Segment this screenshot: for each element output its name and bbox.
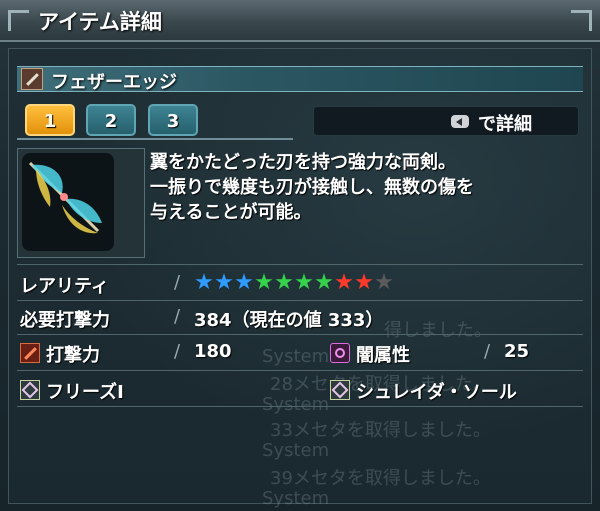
title-corner-left <box>8 10 29 31</box>
separator-slash: / <box>174 341 181 362</box>
detail-button-label: で詳細 <box>478 114 532 135</box>
tab-1[interactable]: 1 <box>25 104 75 136</box>
ability-label: シュレイダ・ソール <box>356 382 517 403</box>
element-label: 闇属性 <box>356 345 410 366</box>
description-line: 翼をかたどった刃を持つ強力な両剣。 <box>150 152 456 173</box>
tab-underline <box>17 138 293 140</box>
background-log-line: System <box>262 394 330 415</box>
required-power-value: 384（現在の値 333） <box>194 310 384 331</box>
item-thumbnail <box>17 148 145 258</box>
ability-label: フリーズI <box>46 382 124 403</box>
rarity-star-icon: ★ <box>254 270 274 295</box>
description-line: 与えることが可能。 <box>150 202 312 223</box>
tab-3[interactable]: 3 <box>148 104 198 136</box>
title-bar: アイテム詳細 <box>0 0 600 42</box>
background-log-line: System <box>262 488 330 509</box>
title-corner-right <box>571 10 592 31</box>
dark-element-icon <box>330 343 350 363</box>
separator-slash: / <box>484 341 491 362</box>
feather-edge-icon <box>28 161 102 234</box>
background-log-line: 33メセタを取得しました。 <box>270 420 491 441</box>
key-left-icon <box>451 115 469 128</box>
window-title: アイテム詳細 <box>38 10 162 34</box>
detail-button[interactable]: で詳細 <box>313 106 579 136</box>
rarity-star-icon: ★ <box>274 270 294 295</box>
description-line: 一振りで幾度も刃が接触し、無数の傷を <box>150 177 474 198</box>
item-name: フェザーエッジ <box>51 72 177 93</box>
tab-2[interactable]: 2 <box>86 104 136 136</box>
background-log-line: System <box>262 346 330 367</box>
rarity-star-icon: ★ <box>234 270 254 295</box>
ability-icon <box>20 380 40 400</box>
background-log-line: 得しました。 <box>384 320 492 341</box>
rarity-star-icon: ★ <box>334 270 354 295</box>
sword-icon <box>21 68 43 90</box>
divider <box>17 300 583 301</box>
separator-slash: / <box>174 272 181 293</box>
rarity-star-icon: ★ <box>374 270 394 295</box>
attack-label: 打撃力 <box>46 345 100 366</box>
background-log-line: 39メセタを取得しました。 <box>270 468 491 489</box>
rarity-star-icon: ★ <box>294 270 314 295</box>
rarity-star-icon: ★ <box>354 270 374 295</box>
rarity-star-icon: ★ <box>214 270 234 295</box>
rarity-star-icon: ★ <box>194 270 214 295</box>
element-value: 25 <box>504 341 530 362</box>
divider <box>17 370 583 371</box>
required-power-label: 必要打撃力 <box>20 310 110 331</box>
item-name-bar: フェザーエッジ <box>17 66 583 93</box>
rarity-label: レアリティ <box>20 276 109 297</box>
rarity-stars: ★★★★★★★★★★ <box>194 272 394 294</box>
rarity-star-icon: ★ <box>314 270 334 295</box>
separator-slash: / <box>174 306 181 327</box>
background-log-line: System <box>262 440 330 461</box>
divider <box>17 264 583 265</box>
attack-value: 180 <box>194 341 232 362</box>
divider <box>17 406 583 407</box>
attack-icon <box>20 343 40 363</box>
divider <box>17 334 583 335</box>
ability-icon <box>330 380 350 400</box>
thumbnail-frame <box>22 153 114 251</box>
item-description: 翼をかたどった刃を持つ強力な両剣。 一振りで幾度も刃が接触し、無数の傷を 与える… <box>150 150 590 225</box>
